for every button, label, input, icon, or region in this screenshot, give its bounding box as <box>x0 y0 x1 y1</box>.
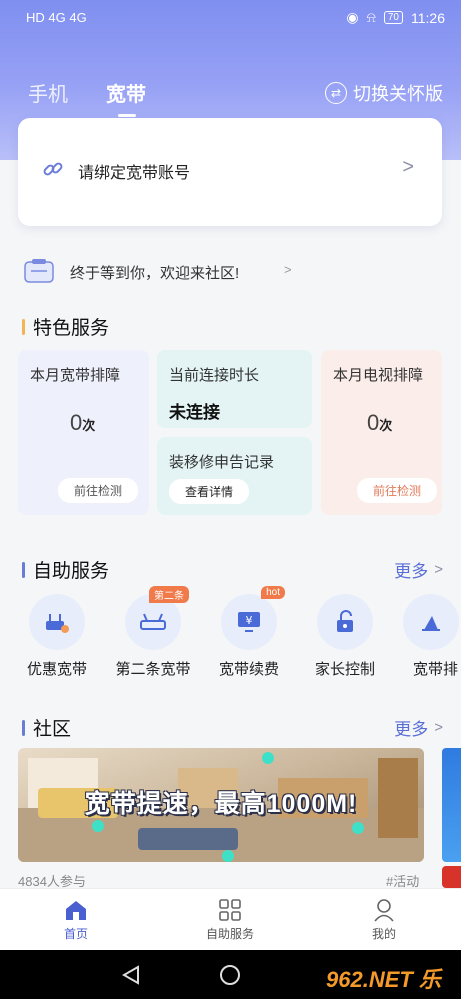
community-more-link[interactable]: 更多 > <box>394 715 443 740</box>
section-title-text: 特色服务 <box>33 318 110 339</box>
broadband-icon <box>403 594 459 650</box>
tab-mobile[interactable]: 手机 <box>28 78 68 107</box>
service-second-broadband[interactable]: 第二条 第二条宽带 <box>111 586 195 679</box>
eye-icon: ◉ <box>346 9 359 25</box>
tv-fault-value: 0 <box>367 410 380 435</box>
monitor-yen-icon: ¥ hot <box>221 586 285 650</box>
tabbar-home[interactable]: 首页 <box>26 897 126 942</box>
section-self-service-title: 自助服务 <box>22 556 109 583</box>
tv-fault-card[interactable]: 本月电视排障 0次 前往检测 <box>321 350 442 515</box>
bell-off-icon: ⍾ <box>366 9 376 25</box>
bind-account-card[interactable]: 请绑定宽带账号 > <box>18 118 442 226</box>
chevron-right-icon: > <box>284 262 292 277</box>
service-label: 优惠宽带 <box>26 661 87 678</box>
service-label: 家长控制 <box>314 661 375 678</box>
fault-count: 0次 <box>70 410 95 436</box>
go-detect-button[interactable]: 前往检测 <box>58 478 139 503</box>
router-icon <box>29 594 85 650</box>
connection-status: 未连接 <box>169 403 220 422</box>
message-box-icon <box>24 259 54 283</box>
service-label: 宽带排 <box>413 661 459 678</box>
care-mode-label: 切换关怀版 <box>353 84 443 104</box>
tab-broadband[interactable]: 宽带 <box>106 78 146 117</box>
grid-icon <box>180 897 280 923</box>
second-tag: 第二条 <box>149 586 189 603</box>
back-icon[interactable] <box>120 964 142 986</box>
repair-records-card[interactable]: 装移修申告记录 查看详情 <box>157 437 312 515</box>
tv-fault-unit: 次 <box>379 418 393 433</box>
broadband-fault-card[interactable]: 本月宽带排障 0次 前往检测 <box>18 350 149 515</box>
user-icon <box>334 897 434 923</box>
bottom-tab-bar: 首页 自助服务 我的 <box>0 888 461 950</box>
welcome-row[interactable]: 终于等到你，欢迎来社区! > <box>18 254 442 288</box>
connection-time-card[interactable]: 当前连接时长 未连接 <box>157 350 312 428</box>
section-featured-title: 特色服务 <box>22 313 109 340</box>
section-title-text: 自助服务 <box>33 561 110 582</box>
chevron-right-icon: > <box>402 156 414 178</box>
card-title: 本月电视排障 <box>333 367 424 384</box>
fault-unit: 次 <box>82 418 96 433</box>
top-tabs: 手机 宽带 <box>28 78 146 117</box>
service-broadband-renewal[interactable]: ¥ hot 宽带续费 <box>207 586 291 679</box>
system-navigation-bar: 962.NET 乐游网 <box>0 950 461 999</box>
chevron-right-icon: > <box>434 719 443 736</box>
community-banner[interactable]: 宽带提速，最高1000M! <box>18 748 424 862</box>
card-title: 本月宽带排障 <box>30 367 121 384</box>
watermark-logo: 962.NET 乐游网 <box>326 967 441 992</box>
hot-tag: hot <box>261 586 285 599</box>
section-bar <box>22 719 25 736</box>
battery-icon: 70 <box>383 11 403 24</box>
welcome-text: 终于等到你，欢迎来社区! <box>70 265 240 282</box>
service-broadband-troubleshoot[interactable]: 宽带排 <box>399 594 461 679</box>
service-label: 第二条宽带 <box>115 661 191 678</box>
unlock-icon <box>317 594 373 650</box>
tabbar-mine[interactable]: 我的 <box>334 897 434 942</box>
section-title-text: 社区 <box>33 719 72 740</box>
chevron-right-icon: > <box>434 561 443 578</box>
section-community-title: 社区 <box>22 714 71 741</box>
more-label: 更多 <box>394 562 429 581</box>
switch-icon: ⇄ <box>325 82 347 104</box>
bind-account-label: 请绑定宽带账号 <box>78 165 191 182</box>
signal-indicator: HD 4G 4G <box>26 10 87 25</box>
tabbar-label: 自助服务 <box>205 927 254 941</box>
link-icon <box>43 162 63 176</box>
section-bar <box>22 318 25 335</box>
fault-value: 0 <box>70 410 83 435</box>
care-mode-button[interactable]: ⇄ 切换关怀版 <box>325 80 443 106</box>
section-bar <box>22 561 25 578</box>
status-bar: HD 4G 4G ◉ ⍾ 70 11:26 <box>0 0 461 34</box>
card-title: 装移修申告记录 <box>169 454 275 471</box>
banner-headline: 宽带提速，最高1000M! <box>84 790 358 818</box>
clock: 11:26 <box>411 9 445 26</box>
service-parental-control[interactable]: 家长控制 <box>303 594 387 679</box>
tabbar-label: 首页 <box>63 927 88 941</box>
card-title: 当前连接时长 <box>169 367 260 384</box>
tabbar-self-service[interactable]: 自助服务 <box>180 897 280 942</box>
side-thumbnail <box>442 866 461 888</box>
svg-text:¥: ¥ <box>246 614 253 627</box>
go-detect-button[interactable]: 前往检测 <box>357 478 438 503</box>
tabbar-label: 我的 <box>371 927 396 941</box>
tv-fault-count: 0次 <box>367 410 392 436</box>
view-details-button[interactable]: 查看详情 <box>169 479 250 504</box>
status-right: ◉ ⍾ 70 11:26 <box>346 9 445 26</box>
service-label: 宽带续费 <box>218 661 279 678</box>
home-icon <box>26 897 126 923</box>
self-service-more-link[interactable]: 更多 > <box>394 557 443 582</box>
router-icon: 第二条 <box>125 586 189 650</box>
service-discount-broadband[interactable]: 优惠宽带 <box>15 594 99 679</box>
more-label: 更多 <box>394 720 429 739</box>
home-circle-icon[interactable] <box>219 964 241 986</box>
community-banner-next[interactable] <box>442 748 461 862</box>
